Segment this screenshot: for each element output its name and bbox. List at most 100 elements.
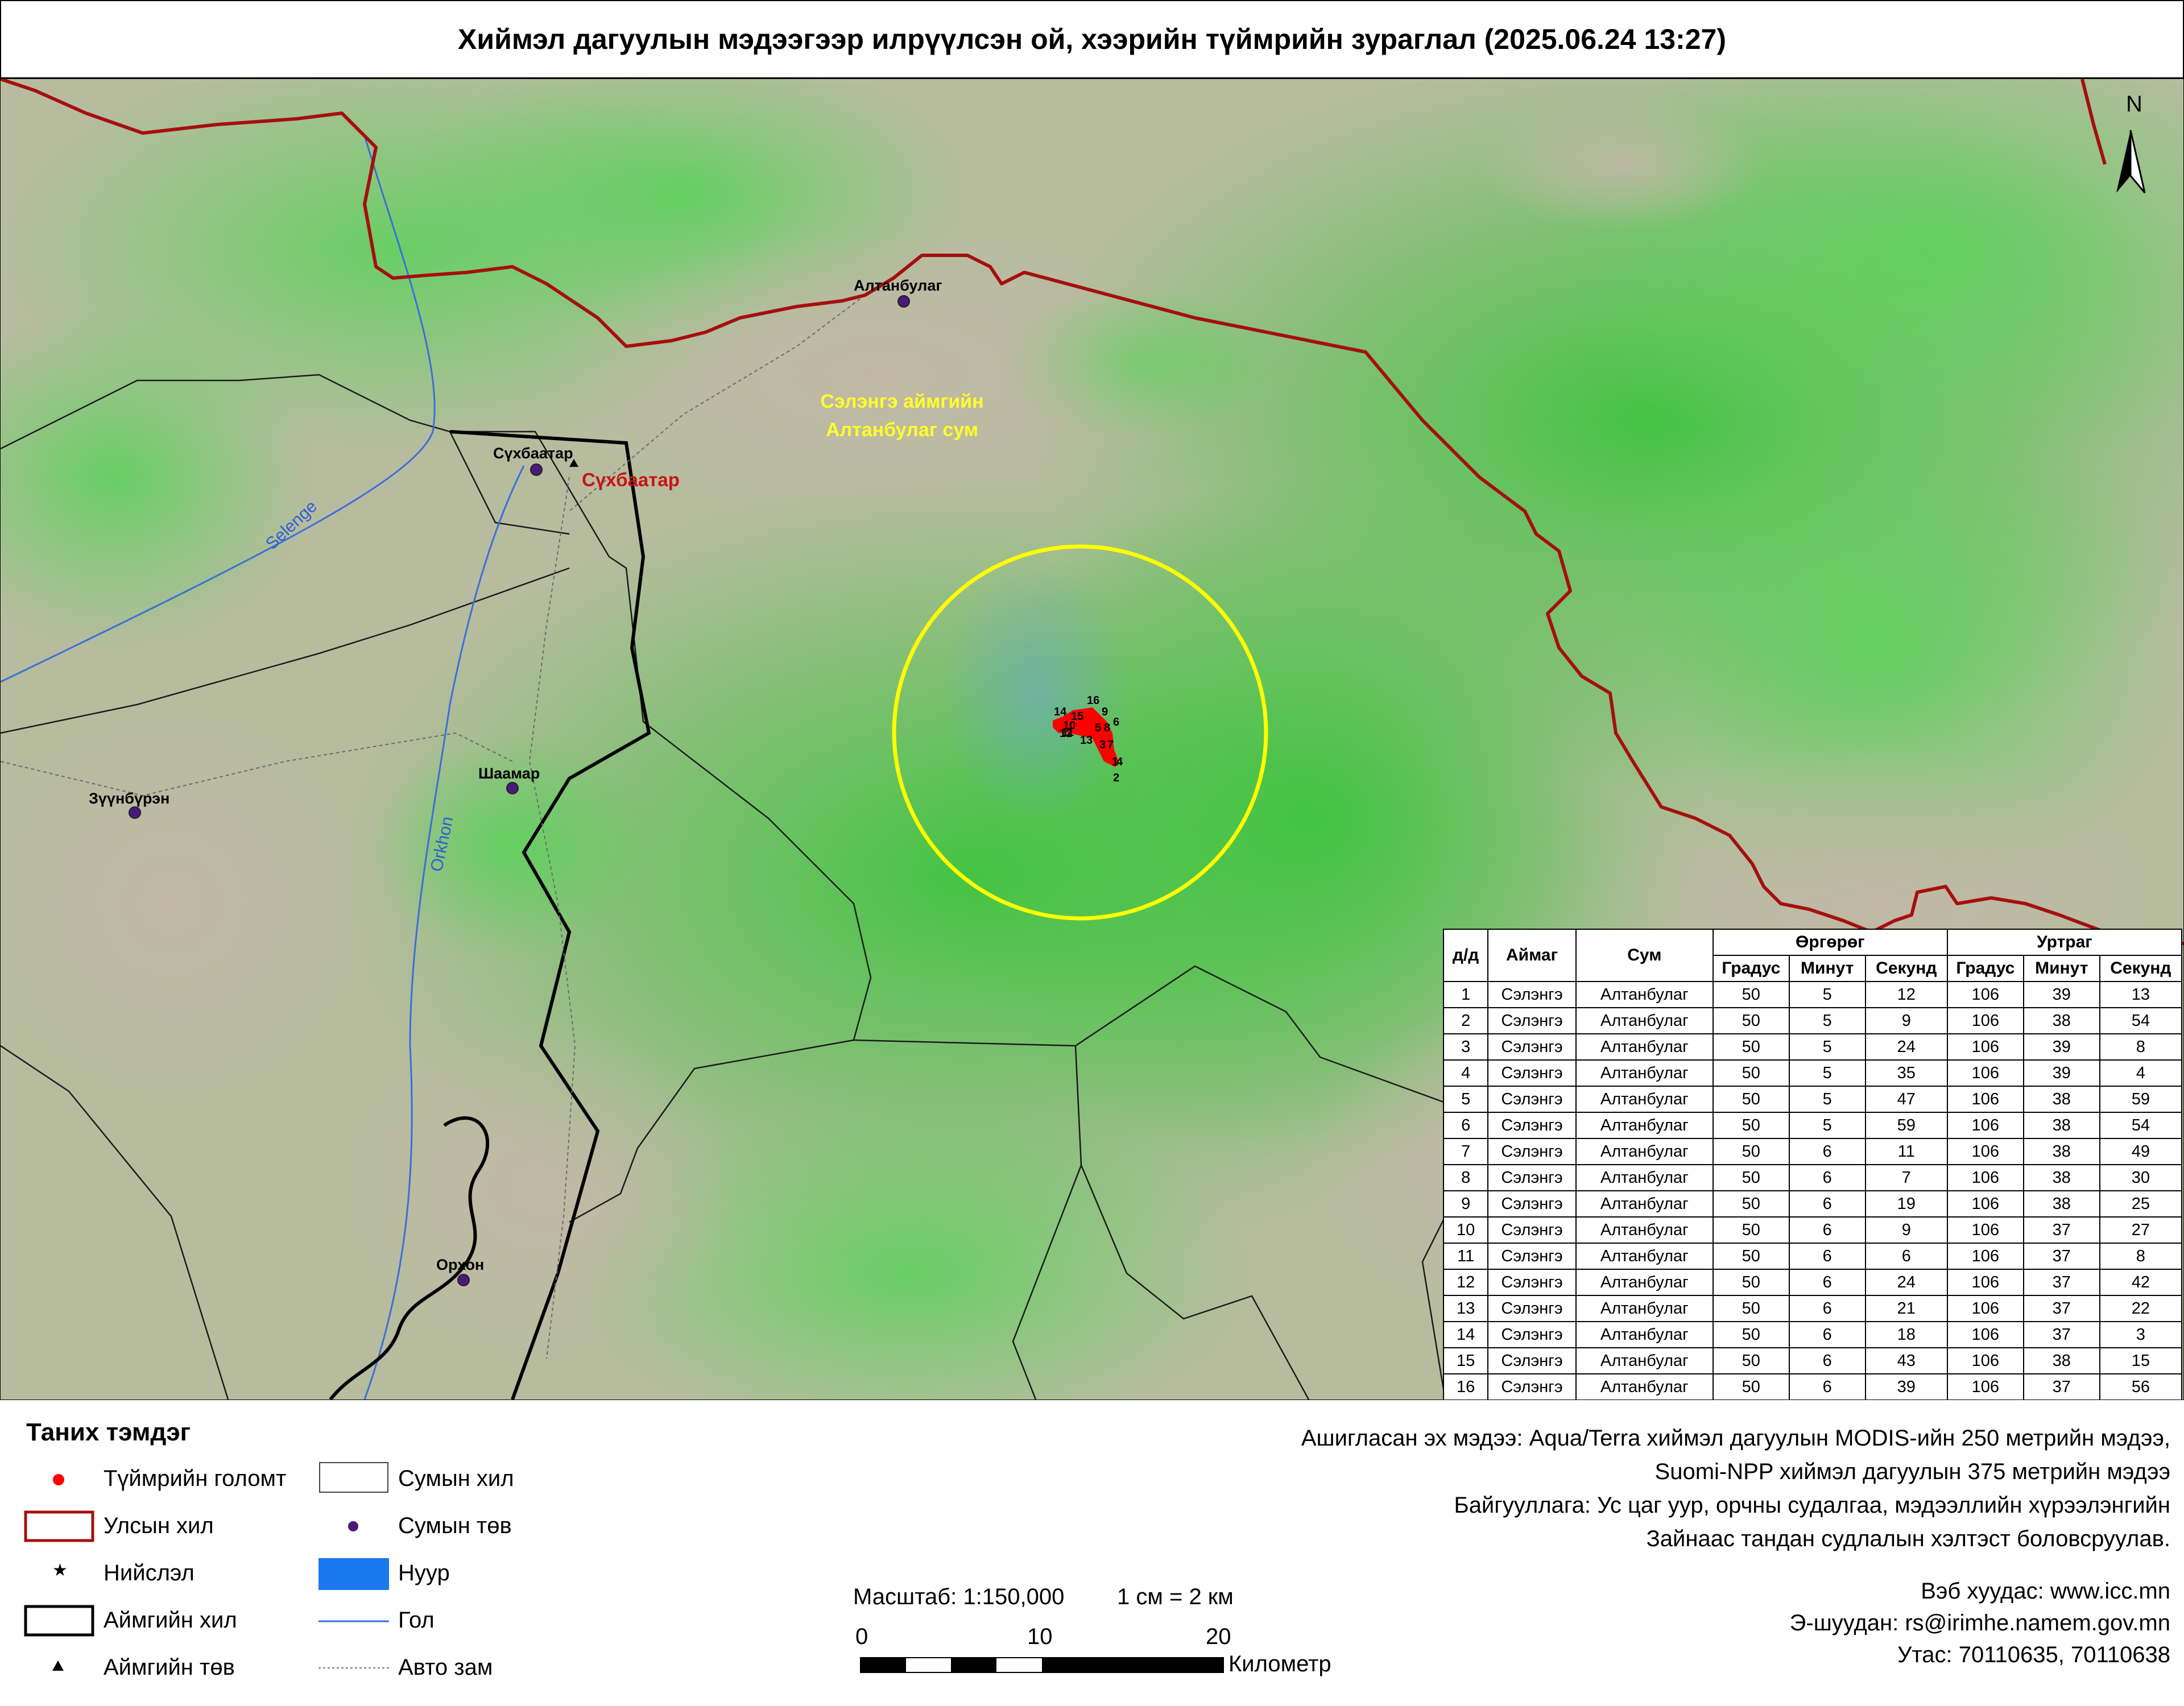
scale-tick-0: 0 bbox=[855, 1624, 868, 1649]
col-header-lon-min: Минут bbox=[2022, 955, 2100, 982]
table-cell: 54 bbox=[2099, 1007, 2183, 1034]
table-cell: 24 bbox=[1864, 1269, 1948, 1296]
table-cell: 6 bbox=[1788, 1321, 1866, 1348]
table-cell: 14 bbox=[1442, 1321, 1489, 1348]
table-cell: 106 bbox=[1946, 1033, 2024, 1061]
table-cell: 50 bbox=[1712, 1216, 1790, 1244]
table-cell: 42 bbox=[2099, 1269, 2183, 1296]
scale-tick-10: 10 bbox=[1027, 1624, 1053, 1649]
table-cell: 50 bbox=[1712, 1164, 1790, 1191]
col-header-lat-deg: Градус bbox=[1712, 955, 1790, 982]
contact-web: Вэб хуудас: www.icc.mn bbox=[1921, 1579, 2170, 1604]
table-cell: Алтанбулаг bbox=[1575, 1373, 1714, 1399]
table-cell: 6 bbox=[1788, 1164, 1866, 1191]
table-cell: 13 bbox=[1442, 1295, 1489, 1322]
legend-title: Таних тэмдэг bbox=[26, 1418, 191, 1446]
fire-point-label: 15 bbox=[1071, 710, 1084, 723]
table-cell: 10 bbox=[1442, 1216, 1489, 1244]
table-cell: 5 bbox=[1788, 1033, 1866, 1061]
fire-point-label: 3 bbox=[1099, 739, 1106, 751]
table-cell: 8 bbox=[2099, 1033, 2183, 1061]
table-cell: Сэлэнгэ bbox=[1487, 1033, 1577, 1061]
national-border-icon bbox=[24, 1510, 94, 1542]
province-center-triangle-icon bbox=[52, 1661, 64, 1671]
table-cell: 18 bbox=[1864, 1321, 1948, 1348]
source-info: Ашигласан эх мэдээ: Aqua/Terra хиймэл да… bbox=[1090, 1422, 2170, 1556]
table-cell: Сэлэнгэ bbox=[1487, 1190, 1577, 1218]
table-cell: 8 bbox=[1442, 1164, 1489, 1191]
table-cell: 6 bbox=[1442, 1112, 1489, 1139]
table-cell: 13 bbox=[2099, 981, 2183, 1008]
table-cell: 43 bbox=[1864, 1347, 1948, 1374]
table-cell: 106 bbox=[1946, 1007, 2024, 1034]
table-cell: 5 bbox=[1788, 1086, 1866, 1113]
table-cell: 50 bbox=[1712, 1033, 1790, 1061]
source-line: Ашигласан эх мэдээ: Aqua/Terra хиймэл да… bbox=[1301, 1426, 2170, 1451]
table-cell: Сэлэнгэ bbox=[1487, 1243, 1577, 1270]
table-cell: 22 bbox=[2099, 1295, 2183, 1322]
table-cell: 38 bbox=[2022, 1138, 2100, 1165]
table-cell: 38 bbox=[2022, 1347, 2100, 1374]
scale-caption: Масштаб: 1:150,000 bbox=[853, 1584, 1065, 1609]
legend-label-capital: Нийслэл bbox=[104, 1560, 195, 1585]
lake-icon bbox=[318, 1558, 389, 1590]
table-cell: Сэлэнгэ bbox=[1487, 1059, 1577, 1087]
col-header-lon-sec: Секунд bbox=[2099, 955, 2183, 982]
table-cell: 106 bbox=[1946, 1269, 2024, 1296]
col-header-latitude: Өргөрөг bbox=[1712, 929, 1948, 956]
table-cell: Сэлэнгэ bbox=[1487, 1164, 1577, 1191]
table-cell: Алтанбулаг bbox=[1575, 1216, 1714, 1244]
table-cell: 6 bbox=[1788, 1138, 1866, 1165]
table-cell: Алтанбулаг bbox=[1575, 981, 1714, 1008]
legend-label-lake: Нуур bbox=[398, 1560, 450, 1585]
table-row: 16 Сэлэнгэ Алтанбулаг 50 6 39 106 37 56 bbox=[1442, 1373, 2183, 1399]
area-label-line1: Сэлэнгэ аймгийн bbox=[820, 391, 984, 412]
col-header-longitude: Уртраг bbox=[1946, 929, 2183, 956]
table-cell: Алтанбулаг bbox=[1575, 1007, 1714, 1034]
capital-star-icon: ★ bbox=[52, 1561, 68, 1580]
table-cell: Алтанбулаг bbox=[1575, 1243, 1714, 1270]
table-cell: 59 bbox=[1864, 1112, 1948, 1139]
col-header-soum: Сум bbox=[1575, 929, 1714, 982]
col-header-lat-min: Минут bbox=[1788, 955, 1866, 982]
table-cell: 106 bbox=[1946, 1216, 2024, 1244]
scale-unit: Километр bbox=[1228, 1651, 1331, 1676]
table-cell: Сэлэнгэ bbox=[1487, 1269, 1577, 1296]
fire-point-icon bbox=[53, 1474, 64, 1485]
table-cell: Сэлэнгэ bbox=[1487, 1216, 1577, 1244]
table-row: 12 Сэлэнгэ Алтанбулаг 50 6 24 106 37 42 bbox=[1442, 1269, 2183, 1296]
table-cell: 6 bbox=[1788, 1295, 1866, 1322]
soum-center-dot-orkhon bbox=[457, 1274, 470, 1286]
table-cell: 37 bbox=[2022, 1269, 2100, 1296]
col-header-num: д/д bbox=[1442, 929, 1489, 982]
fire-coordinates-table: д/д Аймаг Сум Өргөрөг Уртраг Градус Мину… bbox=[1442, 929, 2183, 1399]
table-cell: 39 bbox=[2022, 1059, 2100, 1087]
table-cell: 37 bbox=[2022, 1295, 2100, 1322]
contact-email: Э-шуудан: rs@irimhe.namem.gov.mn bbox=[1789, 1610, 2170, 1635]
table-row: 4 Сэлэнгэ Алтанбулаг 50 5 35 106 39 4 bbox=[1442, 1059, 2183, 1087]
table-cell: 39 bbox=[1864, 1373, 1948, 1399]
table-cell: 9 bbox=[1864, 1216, 1948, 1244]
place-label-shaamar: Шаамар bbox=[478, 765, 540, 782]
soum-center-dot-sukhbaatar bbox=[530, 463, 543, 476]
table-cell: 5 bbox=[1442, 1086, 1489, 1113]
table-cell: 50 bbox=[1712, 1243, 1790, 1270]
table-cell: 37 bbox=[2022, 1373, 2100, 1399]
table-cell: Алтанбулаг bbox=[1575, 1086, 1714, 1113]
table-cell: 12 bbox=[1864, 981, 1948, 1008]
source-line: Зайнаас тандан судлалын хэлтэст боловсру… bbox=[1646, 1526, 2170, 1551]
table-cell: 15 bbox=[1442, 1347, 1489, 1374]
table-row: 9 Сэлэнгэ Алтанбулаг 50 6 19 106 38 25 bbox=[1442, 1190, 2183, 1218]
legend-label-soum-border: Сумын хил bbox=[398, 1466, 514, 1491]
table-cell: 6 bbox=[1788, 1243, 1866, 1270]
table-cell: 50 bbox=[1712, 1138, 1790, 1165]
table-cell: 39 bbox=[2022, 981, 2100, 1008]
north-arrow-icon bbox=[2116, 130, 2146, 193]
fire-point-label: 9 bbox=[1102, 706, 1108, 718]
legend-label-road: Авто зам bbox=[398, 1655, 493, 1680]
table-cell: 21 bbox=[1864, 1295, 1948, 1322]
legend-label-province-center: Аймгийн төв bbox=[104, 1655, 235, 1680]
table-cell: 11 bbox=[1442, 1243, 1489, 1270]
table-cell: 27 bbox=[2099, 1216, 2183, 1244]
table-cell: Алтанбулаг bbox=[1575, 1190, 1714, 1218]
